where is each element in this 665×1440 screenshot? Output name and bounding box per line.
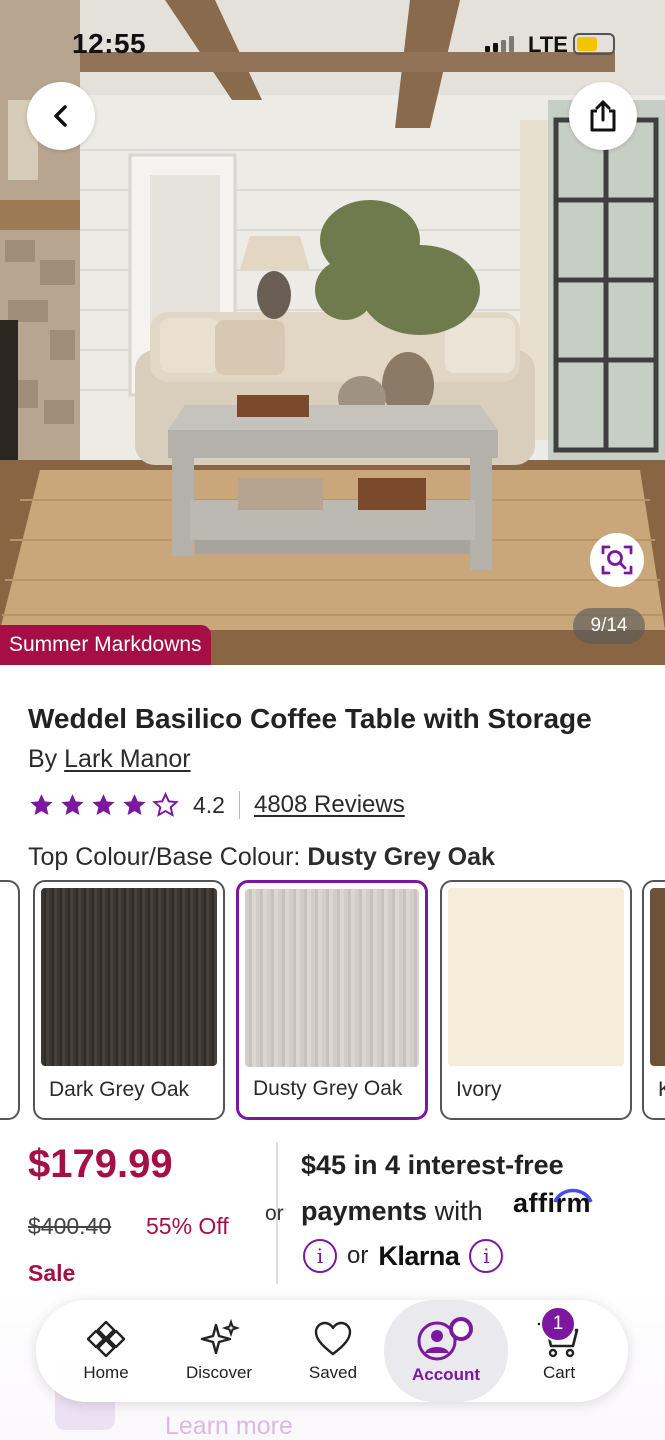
- colour-option-name: Top Colour/Base Colour:: [28, 843, 301, 871]
- visual-search-button[interactable]: [590, 533, 644, 587]
- nav-home[interactable]: Home: [51, 1300, 161, 1402]
- swatch-chip: [448, 888, 624, 1066]
- colour-option-label: Top Colour/Base Colour: Dusty Grey Oak: [28, 843, 495, 872]
- image-counter: 9/14: [573, 608, 645, 644]
- swatch-chip: [41, 888, 217, 1066]
- product-photo: [0, 0, 665, 665]
- nav-discover[interactable]: Discover: [164, 1300, 274, 1402]
- back-arrow-icon: [54, 105, 67, 127]
- colour-swatch-dusty-grey-oak[interactable]: Dusty Grey Oak: [236, 880, 428, 1120]
- product-image-gallery[interactable]: 12:55 LTE 9/14 Summer Markdowns: [0, 0, 665, 665]
- swatch-label: Dusty Grey Oak: [253, 1077, 403, 1100]
- sale-label: Sale: [28, 1260, 76, 1286]
- nav-home-label: Home: [83, 1363, 129, 1382]
- star-icon: [92, 794, 115, 815]
- promo-badge: Summer Markdowns: [0, 625, 211, 665]
- account-icon: [417, 1317, 473, 1361]
- financing-with: with: [434, 1196, 483, 1226]
- swatch-chip: [245, 889, 419, 1067]
- network-type: LTE: [528, 32, 568, 57]
- klarna-or: or: [347, 1242, 369, 1269]
- status-bar: 12:55 LTE: [0, 0, 665, 90]
- swatch-label: Ivory: [456, 1078, 502, 1101]
- affirm-info-icon[interactable]: i: [303, 1239, 337, 1273]
- nav-account-label: Account: [412, 1365, 480, 1384]
- rating-divider: [238, 791, 240, 819]
- rating-value: 4.2: [193, 791, 225, 818]
- nav-account[interactable]: Account: [384, 1300, 508, 1402]
- brand-link[interactable]: Lark Manor: [64, 745, 190, 773]
- star-rating: [28, 792, 179, 818]
- star-icon: [123, 794, 146, 815]
- reviews-link[interactable]: 4808 Reviews: [254, 791, 405, 819]
- colour-swatch-ivory[interactable]: Ivory: [440, 880, 632, 1120]
- original-price: $400.40: [28, 1213, 112, 1239]
- discover-sparkle-icon: [200, 1319, 240, 1355]
- bottom-navigation: Home Discover Saved Account Cart: [36, 1300, 628, 1402]
- nav-saved-label: Saved: [308, 1363, 358, 1382]
- star-outline-icon: [152, 792, 179, 817]
- colour-swatch[interactable]: [0, 880, 20, 1120]
- status-time: 12:55: [72, 28, 147, 59]
- share-button[interactable]: [569, 82, 637, 150]
- swatch-chip: [650, 888, 665, 1066]
- sale-price: $179.99: [28, 1142, 173, 1186]
- financing-summary: $45 in 4 interest-free: [301, 1150, 564, 1180]
- financing-line-2: payments with: [301, 1196, 483, 1227]
- heart-icon: [314, 1321, 352, 1356]
- discount-percent: 55% Off: [146, 1213, 229, 1239]
- affirm-logo: affirm: [513, 1188, 593, 1219]
- klarna-logo: Klarna: [378, 1240, 460, 1271]
- colour-swatch-carousel[interactable]: Dark Grey Oak Dusty Grey Oak Ivory K: [0, 880, 665, 1120]
- learn-more-link[interactable]: Learn more: [165, 1412, 293, 1440]
- cart-count-badge: 1: [540, 1306, 576, 1342]
- rating-row: 4.2 4808 Reviews: [28, 788, 405, 822]
- nav-saved[interactable]: Saved: [278, 1300, 388, 1402]
- by-prefix: By: [28, 745, 58, 773]
- klarna-info-icon[interactable]: i: [469, 1239, 504, 1273]
- battery-icon: [573, 33, 615, 55]
- star-icon: [61, 794, 84, 815]
- colour-swatch-dark-grey-oak[interactable]: Dark Grey Oak: [33, 880, 225, 1120]
- nav-discover-label: Discover: [185, 1363, 253, 1382]
- swatch-label: K: [658, 1078, 665, 1102]
- financing-line-3: i or Klarna i: [303, 1238, 504, 1274]
- visual-search-icon: [601, 545, 633, 575]
- affirm-arc-icon: [553, 1188, 593, 1203]
- product-title: Weddel Basilico Coffee Table with Storag…: [28, 703, 592, 734]
- back-button[interactable]: [27, 82, 95, 150]
- financing-payments: payments: [301, 1196, 428, 1226]
- star-icon: [30, 794, 53, 815]
- home-icon: [86, 1320, 126, 1358]
- swatch-label: Dark Grey Oak: [49, 1078, 190, 1101]
- financing-or: or: [265, 1202, 284, 1225]
- swatch-chip: [0, 888, 12, 1066]
- nav-cart-label: Cart: [542, 1363, 576, 1382]
- brand-line: By Lark Manor: [28, 745, 191, 774]
- signal-icon: [485, 36, 521, 52]
- colour-swatch[interactable]: K: [642, 880, 665, 1120]
- colour-selected-value: Dusty Grey Oak: [307, 843, 495, 871]
- share-icon: [590, 100, 616, 132]
